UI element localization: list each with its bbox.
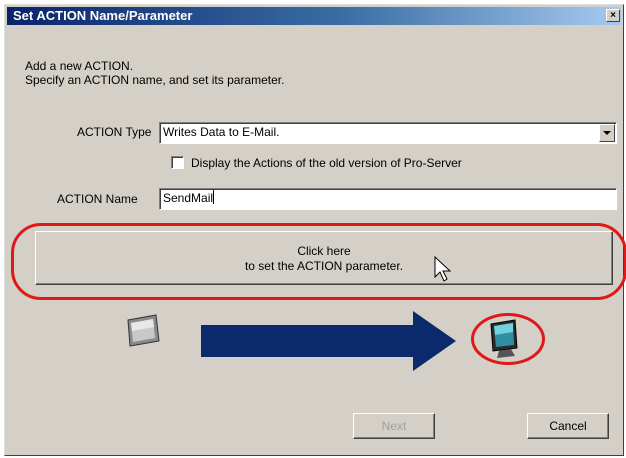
next-button[interactable]: Next — [353, 413, 435, 439]
instruction-line-1: Add a new ACTION. — [25, 59, 134, 73]
parameter-highlight-ellipse — [11, 223, 626, 300]
monitor-icon — [127, 314, 160, 347]
cancel-button[interactable]: Cancel — [527, 413, 609, 439]
action-name-input[interactable]: SendMail — [159, 188, 617, 210]
title-bar: Set ACTION Name/Parameter × — [7, 7, 621, 25]
old-version-checkbox[interactable] — [171, 156, 184, 169]
old-version-checkbox-label: Display the Actions of the old version o… — [191, 156, 462, 170]
close-button[interactable]: × — [606, 9, 620, 22]
display-icon-highlight-circle — [471, 313, 545, 365]
action-name-label: ACTION Name — [57, 192, 138, 206]
action-type-dropdown[interactable]: Writes Data to E-Mail. — [159, 122, 617, 144]
action-type-value: Writes Data to E-Mail. — [163, 125, 280, 139]
set-action-dialog: Set ACTION Name/Parameter × Add a new AC… — [4, 4, 626, 456]
chevron-down-icon — [603, 131, 611, 135]
dialog-title: Set ACTION Name/Parameter — [13, 8, 193, 23]
action-type-label: ACTION Type — [77, 125, 152, 139]
action-name-value: SendMail — [163, 191, 214, 205]
arrow-right-icon — [201, 311, 456, 371]
dropdown-arrow-button[interactable] — [599, 124, 615, 142]
text-cursor — [213, 190, 215, 204]
instruction-line-2: Specify an ACTION name, and set its para… — [25, 73, 285, 87]
